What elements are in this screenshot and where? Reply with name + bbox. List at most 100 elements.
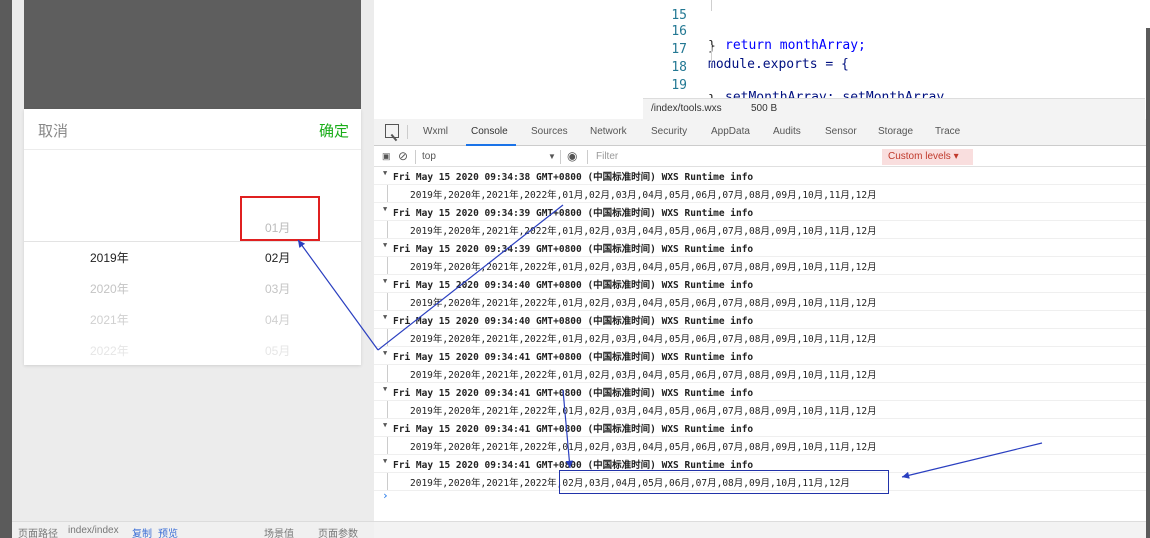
console-toolbar: ▣ ⊘ top ▼ ◉ Filter Custom levels ▾ bbox=[374, 147, 1146, 167]
preview-link[interactable]: 预览 bbox=[158, 525, 178, 538]
close-icon[interactable]: × bbox=[1116, 0, 1146, 28]
log-group-bar bbox=[387, 293, 388, 310]
console-log-header[interactable]: ▼ Fri May 15 2020 09:34:40 GMT+0800 (中国标准… bbox=[374, 311, 1146, 329]
picker-year-option[interactable]: 2020年 bbox=[90, 280, 129, 297]
custom-levels-dropdown[interactable]: Custom levels ▾ bbox=[882, 149, 973, 165]
devtools-footer bbox=[374, 521, 1146, 538]
log-header-text: Fri May 15 2020 09:34:41 GMT+0800 (中国标准时… bbox=[393, 460, 754, 471]
console-log-body: 2019年,2020年,2021年,2022年,01月,02月,03月,04月,… bbox=[374, 185, 1146, 203]
picker-year-option[interactable]: 2019年 bbox=[90, 249, 129, 266]
console-log-body: 2019年,2020年,2021年,2022年,01月,02月,03月,04月,… bbox=[374, 257, 1146, 275]
editor-status-bar: /index/tools.wxs 500 B bbox=[643, 98, 1145, 119]
log-body-text: 2019年,2020年,2021年,2022年,01月,02月,03月,04月,… bbox=[410, 262, 877, 273]
tab-security[interactable]: Security bbox=[651, 126, 687, 137]
log-body-text: 2019年,2020年,2021年,2022年,01月,02月,03月,04月,… bbox=[410, 370, 877, 381]
toolbar-separator bbox=[587, 150, 588, 164]
console-log-header[interactable]: ▼ Fri May 15 2020 09:34:39 GMT+0800 (中国标准… bbox=[374, 203, 1146, 221]
picker-year-option[interactable]: 2021年 bbox=[90, 311, 129, 328]
page-path-label: 页面路径 bbox=[18, 529, 58, 538]
code-text: return monthArray; bbox=[725, 38, 866, 53]
console-log-header[interactable]: ▼ Fri May 15 2020 09:34:41 GMT+0800 (中国标准… bbox=[374, 419, 1146, 437]
log-group-bar bbox=[387, 473, 388, 490]
console-log-body: 2019年,2020年,2021年,2022年,01月,02月,03月,04月,… bbox=[374, 293, 1146, 311]
expand-triangle-icon[interactable]: ▼ bbox=[383, 385, 387, 393]
log-group-bar bbox=[387, 437, 388, 454]
picker-year-option[interactable]: 2022年 bbox=[90, 342, 129, 359]
log-body-text: 2019年,2020年,2021年,2022年,01月,02月,03月,04月,… bbox=[410, 190, 877, 201]
filter-input[interactable]: Filter bbox=[596, 151, 618, 162]
sidebar-toggle-icon[interactable]: ▣ bbox=[382, 151, 391, 162]
log-body-text: 2019年,2020年,2021年,2022年,01月,02月,03月,04月,… bbox=[410, 334, 877, 345]
expand-triangle-icon[interactable]: ▼ bbox=[383, 457, 387, 465]
picker-indicator-top bbox=[24, 241, 361, 242]
picker-mask[interactable] bbox=[24, 0, 361, 109]
clear-console-icon[interactable]: ⊘ bbox=[398, 149, 408, 163]
log-group-bar bbox=[387, 401, 388, 418]
tab-network[interactable]: Network bbox=[590, 126, 627, 137]
expand-triangle-icon[interactable]: ▼ bbox=[383, 421, 387, 429]
tab-console[interactable]: Console bbox=[471, 126, 508, 137]
expand-triangle-icon[interactable]: ▼ bbox=[383, 277, 387, 285]
context-select[interactable]: top bbox=[422, 151, 436, 162]
tab-audits[interactable]: Audits bbox=[773, 126, 801, 137]
inspect-element-icon[interactable] bbox=[385, 124, 399, 138]
scene-value-label[interactable]: 场景值 bbox=[264, 525, 294, 538]
log-group-bar bbox=[387, 221, 388, 238]
tab-wxml[interactable]: Wxml bbox=[423, 126, 448, 137]
tab-appdata[interactable]: AppData bbox=[711, 126, 750, 137]
annotation-red-box bbox=[240, 196, 320, 241]
log-header-text: Fri May 15 2020 09:34:39 GMT+0800 (中国标准时… bbox=[393, 208, 754, 219]
picker-cancel-button[interactable]: 取消 bbox=[38, 120, 68, 141]
annotation-blue-box bbox=[559, 470, 889, 494]
console-log-body: 2019年,2020年,2021年,2022年,01月,02月,03月,04月,… bbox=[374, 437, 1146, 455]
code-editor[interactable]: 15 return monthArray; 16 } 17 module.exp… bbox=[643, 0, 1145, 108]
file-path: /index/tools.wxs bbox=[651, 103, 722, 114]
editor-line: 16 } bbox=[643, 9, 715, 54]
log-header-text: Fri May 15 2020 09:34:40 GMT+0800 (中国标准时… bbox=[393, 316, 754, 327]
log-header-text: Fri May 15 2020 09:34:41 GMT+0800 (中国标准时… bbox=[393, 352, 754, 363]
expand-triangle-icon[interactable]: ▼ bbox=[383, 349, 387, 357]
code-text: module.exports = { bbox=[708, 57, 849, 72]
console-log-header[interactable]: ▼ Fri May 15 2020 09:34:40 GMT+0800 (中国标准… bbox=[374, 275, 1146, 293]
editor-line: 17 module.exports = { bbox=[643, 27, 849, 72]
log-group-bar bbox=[387, 185, 388, 202]
picker-month-option[interactable]: 03月 bbox=[265, 280, 290, 297]
line-number: 19 bbox=[671, 78, 687, 93]
log-header-text: Fri May 15 2020 09:34:41 GMT+0800 (中国标准时… bbox=[393, 388, 754, 399]
tab-sensor[interactable]: Sensor bbox=[825, 126, 857, 137]
copy-link[interactable]: 复制 bbox=[132, 525, 152, 538]
picker-month-option[interactable]: 02月 bbox=[265, 249, 290, 266]
expand-triangle-icon[interactable]: ▼ bbox=[383, 313, 387, 321]
console-log-body: 2019年,2020年,2021年,2022年,01月,02月,03月,04月,… bbox=[374, 329, 1146, 347]
picker-month-option[interactable]: 05月 bbox=[265, 342, 290, 359]
tab-storage[interactable]: Storage bbox=[878, 126, 913, 137]
tab-trace[interactable]: Trace bbox=[935, 126, 960, 137]
log-header-text: Fri May 15 2020 09:34:39 GMT+0800 (中国标准时… bbox=[393, 244, 754, 255]
picker-header: 取消 确定 bbox=[24, 109, 361, 150]
expand-triangle-icon[interactable]: ▼ bbox=[383, 241, 387, 249]
expand-triangle-icon[interactable]: ▼ bbox=[383, 169, 387, 177]
console-log-header[interactable]: ▼ Fri May 15 2020 09:34:41 GMT+0800 (中国标准… bbox=[374, 383, 1146, 401]
log-group-bar bbox=[387, 329, 388, 346]
picker-confirm-button[interactable]: 确定 bbox=[319, 120, 349, 141]
page-params-label[interactable]: 页面参数 bbox=[318, 525, 358, 538]
expand-triangle-icon[interactable]: ▼ bbox=[383, 205, 387, 213]
chevron-down-icon[interactable]: ▼ bbox=[548, 152, 556, 161]
log-header-text: Fri May 15 2020 09:34:40 GMT+0800 (中国标准时… bbox=[393, 280, 754, 291]
picker-month-option[interactable]: 04月 bbox=[265, 311, 290, 328]
log-body-text: 2019年,2020年,2021年,2022年,01月,02月,03月,04月,… bbox=[410, 406, 877, 417]
devtools-tabs: Wxml Console Sources Network Security Ap… bbox=[374, 119, 1146, 146]
console-log-header[interactable]: ▼ Fri May 15 2020 09:34:41 GMT+0800 (中国标准… bbox=[374, 347, 1146, 365]
console-log-body: 2019年,2020年,2021年,2022年,01月,02月,03月,04月,… bbox=[374, 365, 1146, 383]
tab-sources[interactable]: Sources bbox=[531, 126, 568, 137]
console-output: › ▼ Fri May 15 2020 09:34:38 GMT+0800 (中国… bbox=[374, 167, 1146, 521]
file-size: 500 B bbox=[751, 103, 778, 114]
simulator-status-bar: 页面路径 index/index 复制 预览 场景值 页面参数 bbox=[12, 521, 374, 538]
active-tab-indicator bbox=[466, 144, 516, 146]
console-log-header[interactable]: ▼ Fri May 15 2020 09:34:39 GMT+0800 (中国标准… bbox=[374, 239, 1146, 257]
indent-guide bbox=[711, 45, 712, 63]
window-frame-left bbox=[0, 0, 12, 538]
log-header-text: Fri May 15 2020 09:34:38 GMT+0800 (中国标准时… bbox=[393, 172, 754, 183]
console-log-header[interactable]: ▼ Fri May 15 2020 09:34:38 GMT+0800 (中国标准… bbox=[374, 167, 1146, 185]
eye-icon[interactable]: ◉ bbox=[567, 149, 577, 163]
